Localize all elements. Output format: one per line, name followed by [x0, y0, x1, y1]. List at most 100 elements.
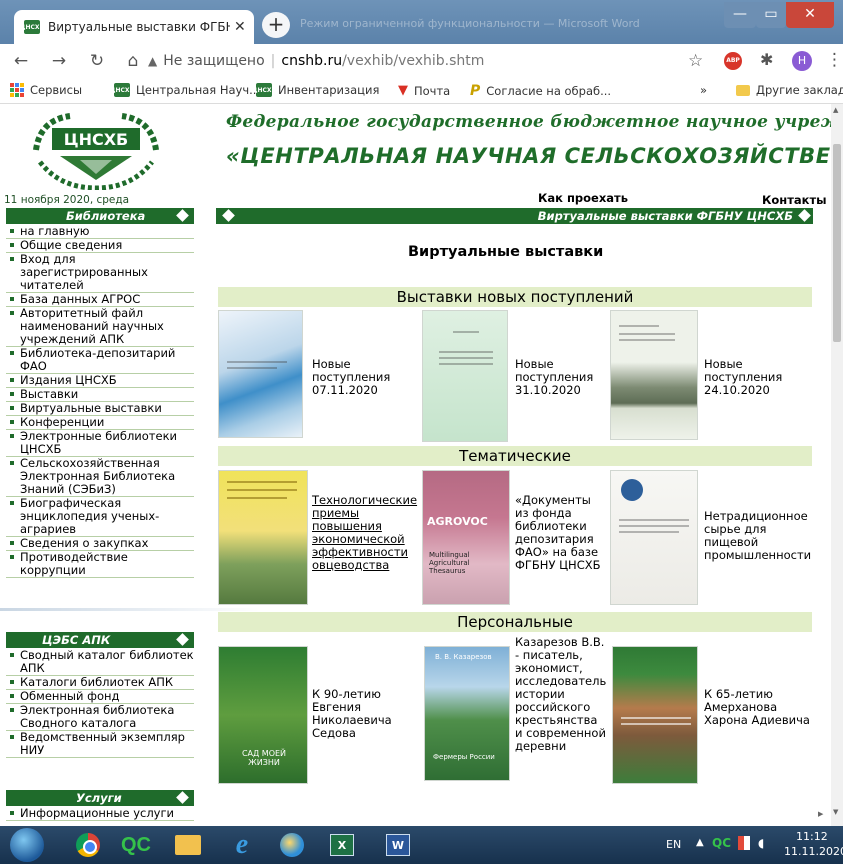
apps-grid-icon: [10, 83, 24, 97]
exhibit-caption[interactable]: Новые поступления 31.10.2020: [515, 358, 605, 397]
tray-expand-icon[interactable]: ▲: [696, 837, 704, 848]
scroll-down-arrow-icon[interactable]: ▼: [833, 808, 838, 816]
window-close-button[interactable]: ✕: [786, 2, 834, 28]
window-maximize-button[interactable]: ▭: [756, 2, 786, 28]
header-line-2: «ЦЕНТРАЛЬНАЯ НАУЧНАЯ СЕЛЬСКОХОЗЯЙСТВЕННА: [226, 144, 843, 168]
excel-icon[interactable]: X: [326, 830, 358, 860]
contacts-link[interactable]: Контакты: [762, 193, 827, 207]
cover-title: САД МОЕЙ ЖИЗНИ: [241, 749, 287, 767]
address-bar[interactable]: ▲ Не защищено | cnshb.ru /vexhib/vexhib.…: [148, 48, 708, 74]
tab-close-icon[interactable]: ✕: [234, 19, 246, 35]
qc-app-icon[interactable]: QC: [120, 830, 152, 860]
warning-icon[interactable]: ▲: [148, 54, 157, 68]
scroll-right-arrow-icon[interactable]: ▶: [818, 810, 823, 818]
header-line-1: Федеральное государственное бюджетное на…: [226, 112, 843, 132]
clock-time[interactable]: 11:12: [796, 830, 828, 843]
back-arrow-icon[interactable]: ←: [8, 51, 34, 71]
file-explorer-icon[interactable]: [172, 830, 204, 860]
exhibit-caption[interactable]: Казарезов В.В. - писатель, экономист, ис…: [515, 636, 607, 753]
how-to-get-link[interactable]: Как проехать: [538, 191, 628, 205]
book-cover-new-arrivals-2[interactable]: [422, 310, 508, 442]
tab-title: Виртуальные выставки ФГБНУ Ц: [48, 20, 230, 34]
extensions-puzzle-icon[interactable]: ✱: [760, 50, 773, 69]
sidebar-item-virtual-exhibitions[interactable]: Виртуальные выставки: [6, 402, 194, 416]
sidebar-item-e-libraries[interactable]: Электронные библиотеки ЦНСХБ: [6, 430, 194, 457]
folder-icon: [736, 84, 750, 96]
book-cover-amerkhanov[interactable]: [612, 646, 698, 784]
bookmark-mail[interactable]: ▼ Почта: [398, 83, 450, 98]
home-icon[interactable]: ⌂: [120, 51, 146, 71]
sidebar-item-sebiz[interactable]: Сельскохозяйственная Электронная Библиот…: [6, 457, 194, 497]
sidebar-item-agros[interactable]: База данных АГРОС: [6, 293, 194, 307]
bookmarks-more-chevron[interactable]: »: [700, 83, 707, 97]
exhibit-caption[interactable]: Новые поступления 07.11.2020: [312, 358, 404, 397]
book-cover-new-arrivals-1[interactable]: [218, 310, 303, 438]
bookmark-inventory[interactable]: ЦНСХБ Инвентаризация: [252, 83, 379, 97]
site-favicon-icon: ЦНСХБ: [20, 20, 44, 34]
sidebar-item-general-info[interactable]: Общие сведения: [6, 239, 194, 253]
sidebar-item-union-catalog[interactable]: Сводный каталог библиотек АПК: [6, 649, 194, 676]
sidebar-item-authority-file[interactable]: Авторитетный файл наименований научных у…: [6, 307, 194, 347]
sidebar-item-info-services[interactable]: Информационные услуги: [6, 807, 194, 821]
sidebar-item-home[interactable]: на главную: [6, 225, 194, 239]
book-cover-new-arrivals-3[interactable]: [610, 310, 698, 440]
exhibit-caption-link[interactable]: Технологические приемы повышения экономи…: [312, 494, 420, 572]
bookmark-central-library[interactable]: ЦНСХБ Центральная Науч...: [110, 83, 260, 97]
profile-avatar[interactable]: Н: [792, 51, 812, 71]
exhibit-caption[interactable]: Нетрадиционное сырье для пищевой промышл…: [704, 510, 816, 562]
sidebar-item-login[interactable]: Вход для зарегистрированных читателей: [6, 253, 194, 293]
cnshb-logo[interactable]: ЦНСХБ: [30, 110, 162, 190]
book-cover-agrovoc[interactable]: AGROVOC Multilingual Agricultural Thesau…: [422, 470, 510, 605]
window-minimize-button[interactable]: —: [724, 2, 756, 28]
chrome-icon[interactable]: [72, 830, 104, 860]
forward-arrow-icon[interactable]: →: [46, 51, 72, 71]
page-scrollbar[interactable]: ▲ ▼: [831, 104, 843, 826]
sidebar-item-publications[interactable]: Издания ЦНСХБ: [6, 374, 194, 388]
sidebar-item-departmental-copy[interactable]: Ведомственный экземпляр НИУ: [6, 731, 194, 758]
sidebar-item-exchange-fund[interactable]: Обменный фонд: [6, 690, 194, 704]
sidebar-item-conferences[interactable]: Конференции: [6, 416, 194, 430]
sidebar-item-anticorruption[interactable]: Противодействие коррупции: [6, 551, 194, 578]
exhibit-caption[interactable]: К 90-летию Евгения Николаевича Седова: [312, 688, 408, 740]
book-cover-food-industry[interactable]: [610, 470, 698, 605]
bookmark-consent[interactable]: P Согласие на обраб...: [470, 83, 611, 99]
clock-date[interactable]: 11.11.2020: [784, 845, 843, 858]
sidebar-item-library-catalogs[interactable]: Каталоги библиотек АПК: [6, 676, 194, 690]
tray-qc-icon[interactable]: QC: [712, 836, 731, 850]
diamond-icon: [176, 791, 189, 804]
bookmark-other[interactable]: Другие закладки: [736, 83, 843, 97]
globe-app-icon[interactable]: [276, 830, 308, 860]
bookmark-star-icon[interactable]: ☆: [688, 51, 703, 71]
services-title: Услуги: [76, 791, 122, 805]
volume-icon[interactable]: ◖: [758, 836, 764, 850]
language-indicator[interactable]: EN: [666, 838, 681, 851]
tray-flag-icon[interactable]: [738, 836, 750, 850]
book-cover-kazarezov[interactable]: В. В. Казарезов Фермеры России: [424, 646, 510, 781]
adblock-icon[interactable]: ABP: [724, 52, 742, 70]
cover-subtitle: Multilingual Agricultural Thesaurus: [429, 551, 470, 575]
scroll-up-arrow-icon[interactable]: ▲: [833, 106, 838, 114]
browser-menu-icon[interactable]: ⋮: [826, 50, 843, 70]
browser-tab-bar: ЦНСХБ Виртуальные выставки ФГБНУ Ц ✕ + Р…: [0, 0, 843, 44]
browser-tab-active[interactable]: ЦНСХБ Виртуальные выставки ФГБНУ Ц ✕: [14, 10, 254, 44]
new-tab-button[interactable]: +: [262, 12, 290, 38]
internet-explorer-icon[interactable]: e: [226, 829, 258, 860]
book-cover-sedov[interactable]: САД МОЕЙ ЖИЗНИ: [218, 646, 308, 784]
exhibit-caption[interactable]: К 65-летию Амерханова Харона Адиевича: [704, 688, 816, 727]
bookmark-services[interactable]: Сервисы: [10, 83, 82, 97]
start-button-icon[interactable]: [10, 828, 44, 862]
exhibit-caption[interactable]: «Документы из фонда библиотеки депозитар…: [515, 494, 607, 572]
reload-icon[interactable]: ↻: [84, 51, 110, 71]
sidebar-item-e-library-catalog[interactable]: Электронная библиотека Сводного каталога: [6, 704, 194, 731]
sidebar-item-procurement[interactable]: Сведения о закупках: [6, 537, 194, 551]
exhibit-caption[interactable]: Новые поступления 24.10.2020: [704, 358, 796, 397]
book-cover-sheep-breeding[interactable]: [218, 470, 308, 605]
mail-icon: ▼: [398, 83, 408, 98]
sidebar-item-fao-depository[interactable]: Библиотека-депозитарий ФАО: [6, 347, 194, 374]
sidebar-item-encyclopedia[interactable]: Биографическая энциклопедия ученых-аграр…: [6, 497, 194, 537]
browser-toolbar: ← → ↻ ⌂ ▲ Не защищено | cnshb.ru /vexhib…: [0, 44, 843, 78]
scrollbar-thumb[interactable]: [833, 144, 841, 342]
word-icon[interactable]: W: [382, 830, 414, 860]
sidebar-item-exhibitions[interactable]: Выставки: [6, 388, 194, 402]
services-menu: Информационные услуги: [6, 807, 194, 821]
